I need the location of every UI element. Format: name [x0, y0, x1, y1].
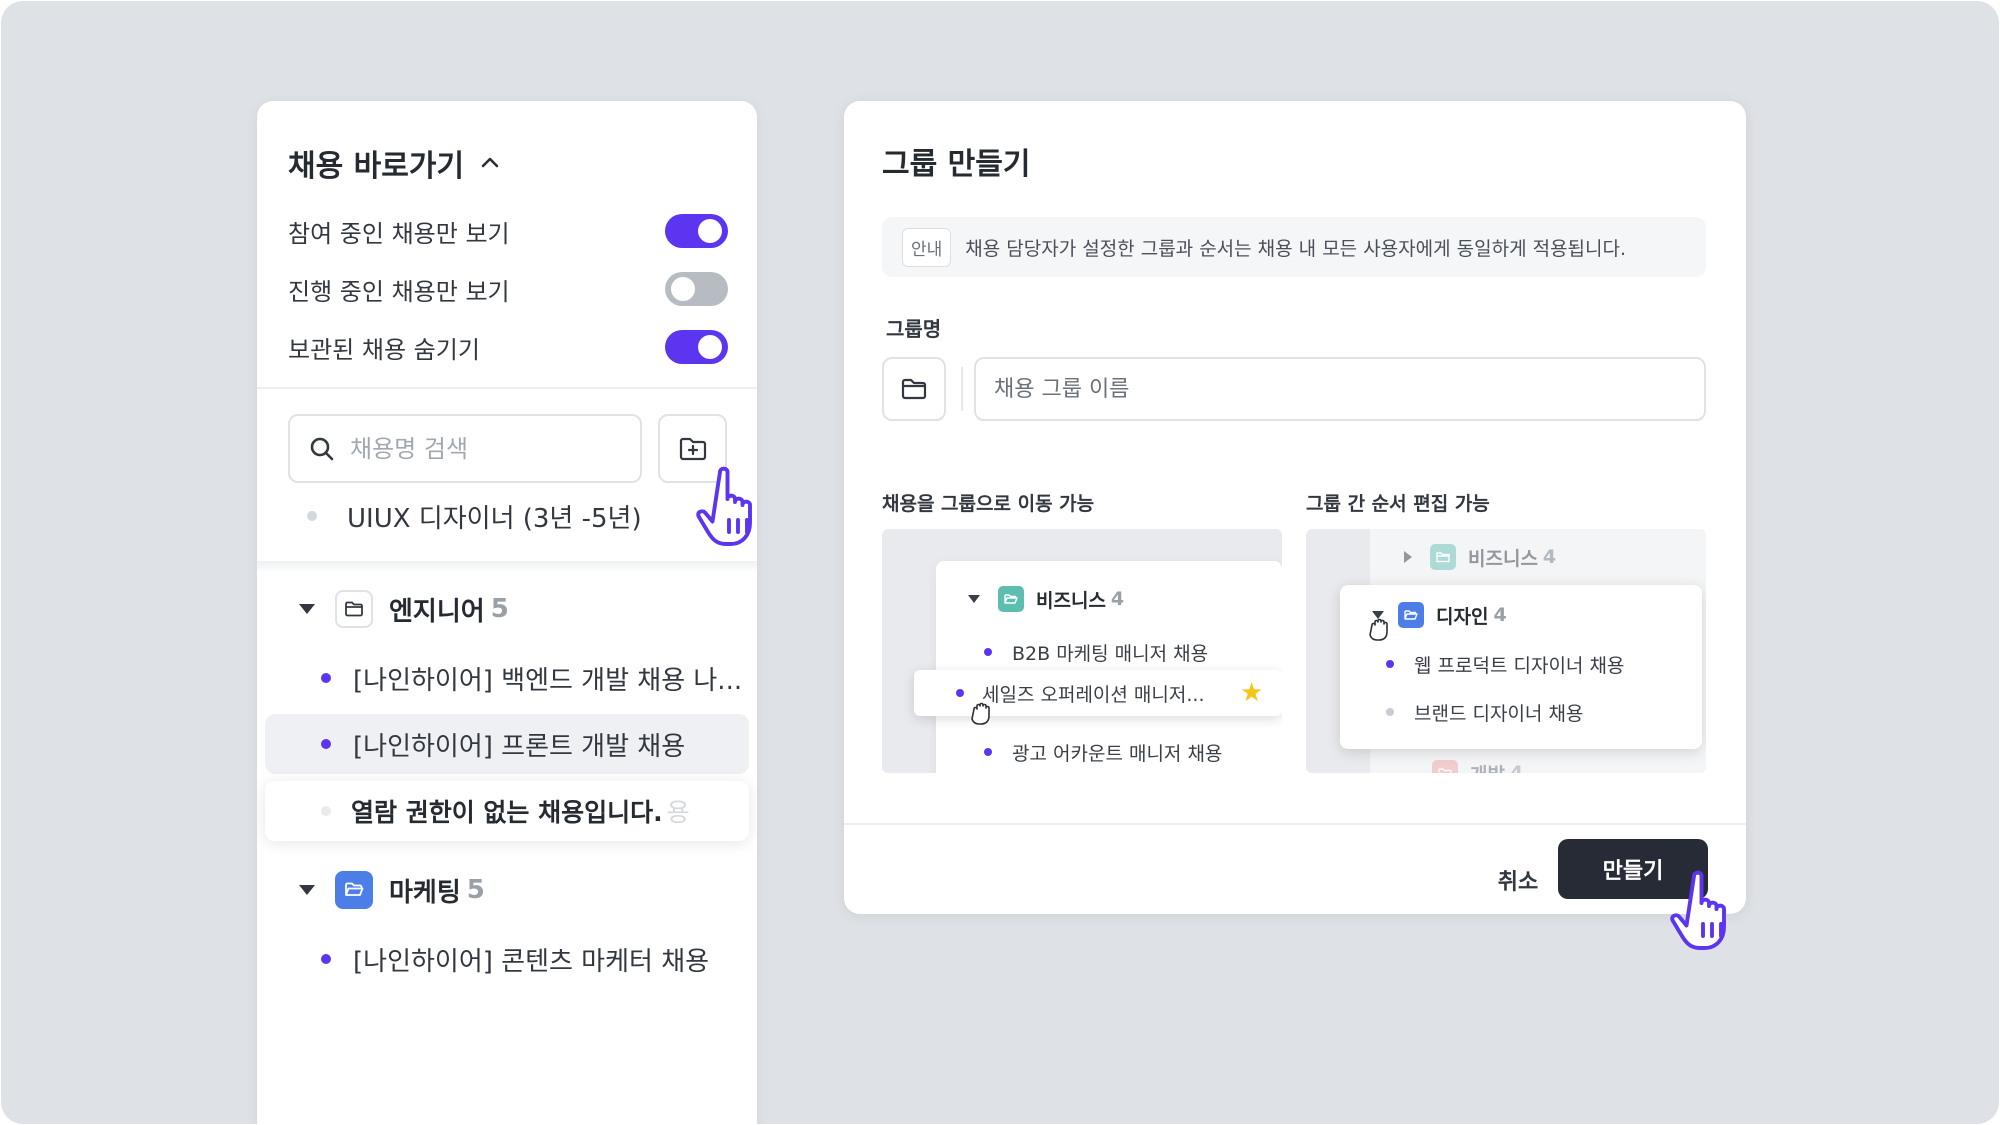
group-engineer[interactable]: 엔지니어 5 [257, 589, 757, 629]
group-name-label: 그룹명 [886, 317, 942, 341]
bullet [321, 954, 331, 964]
toggle-row-participating: 참여 중인 채용만 보기 [288, 211, 728, 251]
folder-open-icon [998, 586, 1024, 612]
list-item[interactable]: [나인하이어] 콘텐츠 마케터 채용 [257, 941, 757, 977]
recruit-name: [나인하이어] 백엔드 개발 채용 나... [353, 665, 743, 696]
demo-item-text: B2B 마케팅 매니저 채용 [1012, 642, 1209, 665]
demo-group-count: 4 [1110, 588, 1125, 610]
demo-group-row: 비즈니스 4 [968, 585, 1124, 613]
tooltip-text: 열람 권한이 없는 채용입니다. [351, 798, 663, 827]
folder-open-icon [335, 871, 373, 909]
caret-right-icon [1404, 551, 1412, 563]
recruit-name: UIUX 디자이너 (3년 -5년) [347, 503, 642, 534]
demo-item-text: 브랜드 디자이너 채용 [1414, 702, 1584, 725]
hand-pointer-icon [1670, 870, 1726, 950]
shortcuts-header[interactable]: 채용 바로가기 [288, 141, 502, 185]
caret-down-icon[interactable] [299, 885, 315, 895]
demo-group-count: 4 [1509, 762, 1524, 773]
demo-caption: 그룹 간 순서 편집 가능 [1306, 493, 1490, 515]
canvas-background: 채용 바로가기 참여 중인 채용만 보기 진행 중인 채용만 보기 보관된 채용… [1, 1, 1999, 1124]
group-icon-picker[interactable] [882, 357, 946, 421]
folder-icon [1432, 760, 1458, 773]
faded-text: 용 [666, 798, 690, 827]
bullet [1386, 660, 1394, 668]
group-name: 엔지니어 [389, 596, 485, 627]
demo-reorder-illustration: 비즈니스 4 개발 4 디자인 4 웹 프로덕트 디자 [1306, 529, 1706, 773]
demo-item: 브랜드 디자이너 채용 [1386, 699, 1583, 725]
notice-banner: 안내 채용 담당자가 설정한 그룹과 순서는 채용 내 모든 사용자에게 동일하… [882, 217, 1706, 277]
demo-group-name: 디자인 [1436, 605, 1489, 628]
demo-move-illustration: 비즈니스 4 B2B 마케팅 매니저 채용 세일즈 오퍼레이션 매니저... ★… [882, 529, 1282, 773]
list-item-selected[interactable]: [나인하이어] 프론트 개발 채용 [257, 726, 757, 762]
notice-text: 채용 담당자가 설정한 그룹과 순서는 채용 내 모든 사용자에게 동일하게 적… [965, 237, 1627, 260]
recruit-name: [나인하이어] 프론트 개발 채용 [353, 731, 686, 762]
bullet [984, 748, 992, 756]
dialog-title: 그룹 만들기 [882, 147, 1031, 182]
cancel-button[interactable]: 취소 [1474, 853, 1562, 907]
caret-down-icon [968, 595, 980, 603]
search-input[interactable] [350, 434, 600, 463]
folder-plus-icon [679, 437, 706, 460]
hide-archived-toggle[interactable] [665, 330, 728, 364]
demo-group-name: 비즈니스 [1468, 547, 1538, 570]
toggle-label: 보관된 채용 숨기기 [288, 335, 480, 364]
search-box [288, 414, 642, 483]
toggle-label: 참여 중인 채용만 보기 [288, 219, 510, 248]
list-item[interactable]: [나인하이어] 백엔드 개발 채용 나... [257, 660, 757, 696]
group-count: 5 [466, 875, 485, 905]
recruit-shortcuts-panel: 채용 바로가기 참여 중인 채용만 보기 진행 중인 채용만 보기 보관된 채용… [257, 101, 757, 1124]
caret-down-icon[interactable] [299, 604, 315, 614]
demo-group-count: 4 [1493, 604, 1507, 626]
in-progress-only-toggle[interactable] [665, 272, 728, 306]
create-group-dialog: 그룹 만들기 안내 채용 담당자가 설정한 그룹과 순서는 채용 내 모든 사용… [844, 101, 1746, 914]
bullet [956, 689, 964, 697]
list-item[interactable]: UIUX 디자이너 (3년 -5년) [257, 499, 757, 534]
bullet [1386, 708, 1394, 716]
demo-group-count: 4 [1542, 546, 1557, 568]
shortcuts-title: 채용 바로가기 [288, 149, 465, 184]
folder-icon [1430, 544, 1456, 570]
group-name: 마케팅 [389, 877, 461, 908]
toggle-row-archived: 보관된 채용 숨기기 [288, 327, 728, 367]
demo-item-text: 광고 어카운트 매니저 채용 [1012, 742, 1223, 765]
bullet [321, 673, 331, 683]
divider [257, 387, 757, 389]
folder-icon [335, 590, 373, 628]
demo-item: 광고 어카운트 매니저 채용 [984, 739, 1222, 765]
star-icon: ★ [1240, 678, 1264, 708]
bullet [321, 806, 331, 816]
demo-group-name: 개발 [1470, 760, 1505, 774]
grab-hand-icon [1369, 618, 1388, 641]
folder-open-icon [1398, 602, 1424, 628]
bullet [307, 511, 317, 521]
group-name-field [974, 357, 1706, 421]
demo-item: 웹 프로덕트 디자이너 채용 [1386, 651, 1624, 677]
folder-icon [901, 378, 927, 400]
hand-pointer-icon [696, 466, 752, 546]
group-count: 5 [490, 594, 509, 624]
recruit-name: [나인하이어] 콘텐츠 마케터 채용 [353, 946, 710, 977]
group-marketing[interactable]: 마케팅 5 [257, 870, 757, 910]
demo-group-row-faded: 개발 4 [1432, 759, 1523, 773]
toggle-row-in-progress: 진행 중인 채용만 보기 [288, 269, 728, 309]
demo-item-text: 웹 프로덕트 디자이너 채용 [1414, 654, 1625, 677]
search-icon [310, 437, 334, 460]
demo-group-name: 비즈니스 [1036, 589, 1106, 612]
divider-shadow [257, 561, 757, 573]
participating-only-toggle[interactable] [665, 214, 728, 248]
demo-item-text: 세일즈 오퍼레이션 매니저... [982, 683, 1205, 706]
divider [961, 367, 963, 411]
chevron-up-icon [481, 157, 499, 168]
divider [844, 823, 1746, 825]
bullet [984, 648, 992, 656]
notice-tag: 안내 [902, 227, 952, 267]
demo-caption: 채용을 그룹으로 이동 가능 [882, 493, 1095, 515]
no-permission-tooltip: 열람 권한이 없는 채용입니다. 용 [265, 781, 749, 841]
bullet [321, 739, 331, 749]
demo-item: B2B 마케팅 매니저 채용 [984, 639, 1208, 665]
toggle-label: 진행 중인 채용만 보기 [288, 277, 510, 306]
grab-hand-icon [971, 702, 990, 725]
group-name-input[interactable] [994, 376, 1684, 402]
demo-group-row: 비즈니스 4 [1404, 543, 1556, 571]
